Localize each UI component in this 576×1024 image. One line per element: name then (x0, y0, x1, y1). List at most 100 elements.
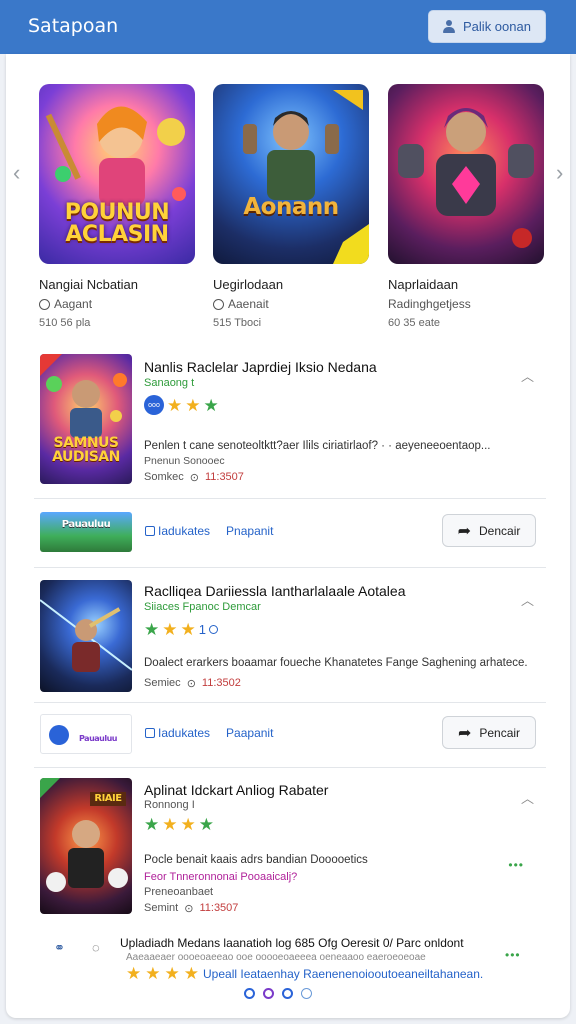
share-icon: ➦ (457, 522, 472, 540)
carousel-item-title: Uegirlodaan (213, 277, 284, 292)
share-button[interactable]: ➦ Pencair (442, 716, 536, 749)
carousel-item-meta: 510 56 pla (39, 317, 91, 329)
page-dot[interactable] (263, 988, 274, 999)
mini-thumbnail: Pauauluu (40, 714, 132, 754)
footer-line-1: Upladiadh Medans laanatioh log 685 Ofg O… (120, 936, 464, 950)
footer-rating-line: ★ ★ ★ ★ Upeall Ieataenhay Raenenenoioout… (126, 965, 483, 982)
game-thumbnail: RIAIE (40, 778, 132, 914)
bookmark-icon[interactable]: ⚭ (54, 940, 65, 956)
carousel-item-meta: 515 Tboci (213, 317, 262, 329)
divider (34, 498, 546, 499)
game-artwork (388, 84, 544, 264)
card-rating: ★ ★ ★ ★ (144, 816, 214, 833)
card-author: Semiec (144, 677, 181, 689)
divider (34, 567, 546, 568)
star-icon: ★ (203, 395, 219, 415)
star-icon: ★ (167, 395, 183, 415)
game-card[interactable]: SAMNUS AUDISAN Nanlis Raclelar Japrdiej … (34, 354, 546, 490)
profile-button-label: Palik oonan (463, 19, 531, 34)
report-link[interactable]: Pnapanit (226, 524, 273, 538)
carousel-item-meta: 60 35 eate (388, 317, 440, 329)
page-dot[interactable] (244, 988, 255, 999)
divider (34, 767, 546, 768)
tags-link[interactable]: Iadukates (145, 726, 210, 740)
carousel-next-button[interactable]: › (556, 160, 563, 186)
star-icon: ★ (164, 964, 180, 983)
card-description-extra: Preneoanbaet (144, 886, 214, 898)
star-icon: ★ (185, 395, 201, 415)
star-icon: ★ (180, 815, 196, 834)
report-link[interactable]: Paapanit (226, 726, 273, 740)
footer-line-2: Aaeaaeaer oooeoaeeao ooe ooooeoaeeea oen… (126, 952, 426, 963)
star-icon: ★ (162, 620, 178, 639)
star-icon: ★ (126, 964, 142, 983)
rating-count: 1 (198, 622, 206, 637)
card-title: Aplinat Idckart Anliog Rabater (144, 782, 329, 798)
card-time: 11:3507 (204, 471, 244, 483)
app-header: Satapoan Palik oonan (0, 0, 576, 54)
carousel-item[interactable]: POUNUN ACLASIN Nangiai Ncbatian Aagant 5… (39, 84, 195, 329)
carousel-prev-button[interactable]: ‹ (13, 160, 20, 186)
card-description: Pocle benait kaais adrs bandian Dooooeti… (144, 854, 368, 866)
divider (34, 702, 546, 703)
collapse-icon[interactable]: ︿ (521, 788, 534, 807)
game-card[interactable]: Raclliqea Dariiessla Iantharlalaale Aota… (34, 580, 546, 694)
profile-button[interactable]: Palik oonan (428, 10, 546, 43)
more-icon[interactable]: ••• (508, 858, 524, 872)
user-icon (443, 20, 456, 33)
card-subtitle: Ronnong I (144, 799, 195, 811)
chat-icon[interactable]: ◌ (92, 940, 100, 955)
collapse-icon[interactable]: ︿ (521, 590, 534, 609)
star-icon: ★ (162, 815, 178, 834)
card-action-row: Pauauluu Iadukates Paapanit ➦ Pencair (34, 708, 546, 758)
card-meta: Semint ⊙ 11:3507 (144, 902, 238, 915)
game-logo: RIAIE (90, 792, 126, 806)
game-logo: SAMNUS AUDISAN (52, 435, 120, 465)
card-meta: Semiec ⊙ 11:3502 (144, 677, 241, 690)
card-subtitle: Siiaces Fpanoc Demcar (144, 601, 261, 613)
star-icon: ★ (183, 964, 199, 983)
footer-line-3: Upeall Ieataenhay Raenenenoiooutoeaneilt… (203, 966, 484, 981)
smile-icon (39, 298, 50, 310)
clock-icon: ⊙ (189, 472, 199, 484)
card-description-more: Pnenun Sonooec (144, 455, 225, 467)
game-artwork: POUNUN ACLASIN (39, 84, 195, 264)
card-time: 11:3507 (199, 902, 239, 914)
share-button-label: Pencair (479, 725, 521, 740)
carousel-item-subtitle: Aagant (54, 297, 93, 311)
share-button[interactable]: ➦ Dencair (442, 514, 536, 547)
card-description: Doalect erarkers boaamar foueche Khanate… (144, 657, 528, 669)
carousel-item-subtitle: Radinghgetjess (388, 297, 471, 311)
star-icon: ★ (144, 620, 160, 639)
game-artwork: Aonann (213, 84, 369, 264)
smile-icon (213, 298, 224, 310)
mini-logo: Pauauluu (79, 734, 117, 743)
collapse-icon[interactable]: ︿ (521, 366, 534, 385)
star-icon: ★ (144, 815, 160, 834)
carousel-item[interactable]: Naprlaidaan Radinghgetjess 60 35 eate (388, 84, 544, 329)
game-logo: POUNUN ACLASIN (64, 200, 170, 247)
star-icon: ★ (145, 964, 161, 983)
card-rating: ★ ★ ★ 1 (144, 621, 218, 638)
card-description: Penlen t cane senoteoltktt?aer Ilils cir… (144, 440, 491, 452)
info-icon (208, 625, 218, 634)
app-title: Satapoan (28, 15, 119, 37)
share-icon: ➦ (457, 724, 472, 742)
game-logo: Aonann (243, 194, 339, 220)
star-icon: ★ (180, 620, 196, 639)
page-dot[interactable] (301, 988, 312, 999)
mini-thumbnail: Pauauluu (40, 512, 132, 552)
clock-icon: ⊙ (184, 903, 194, 915)
publisher-badge: ooo (144, 395, 164, 415)
carousel-item[interactable]: Aonann Uegirlodaan Aaenait 515 Tboci (213, 84, 369, 329)
card-description-more: Feor Tnneronnonai Pooaaicalj? (144, 871, 298, 883)
page-dot[interactable] (282, 988, 293, 999)
more-icon[interactable]: ••• (505, 948, 521, 962)
card-action-row: Pauauluu Iadukates Pnapanit ➦ Dencair (34, 506, 546, 556)
game-card[interactable]: RIAIE Aplinat Idckart Anliog Rabater Ron… (34, 778, 546, 918)
tags-link[interactable]: Iadukates (145, 524, 210, 538)
game-thumbnail (40, 580, 132, 692)
carousel-item-title: Naprlaidaan (388, 277, 459, 292)
share-button-label: Dencair (479, 523, 521, 538)
mini-logo: Pauauluu (61, 519, 111, 530)
